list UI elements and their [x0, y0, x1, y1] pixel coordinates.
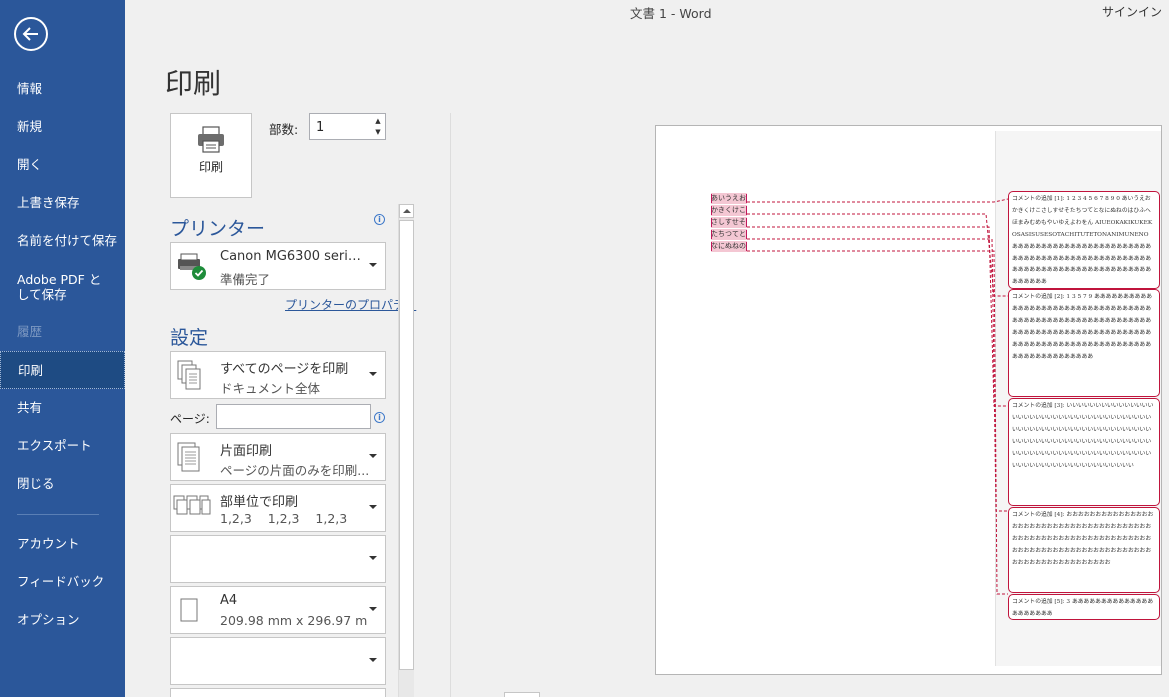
pages-input[interactable]: [216, 404, 371, 429]
scroll-up-icon[interactable]: [399, 204, 414, 218]
nav-info[interactable]: 情報: [0, 70, 125, 108]
nav-open[interactable]: 開く: [0, 146, 125, 184]
copies-label: 部数:: [269, 122, 299, 137]
chevron-down-icon: [369, 556, 377, 560]
print-preview[interactable]: あいうえお かきくけこ さしすせそ たちつてと なにぬねの コメントの追加 [1…: [655, 125, 1162, 675]
nav-save-as-pdf[interactable]: Adobe PDF として保存: [0, 268, 110, 306]
collate-desc: 1,2,3 1,2,3 1,2,3: [220, 511, 348, 526]
sides-desc: ページの片面のみを印刷...: [220, 463, 368, 478]
print-range-title: すべてのページを印刷: [220, 362, 349, 377]
chevron-down-icon: [369, 263, 377, 267]
print-button[interactable]: 印刷: [170, 113, 252, 198]
highlighted-text: あいうえお: [711, 193, 747, 204]
scroll-thumb[interactable]: [399, 220, 414, 670]
sides-dropdown[interactable]: 片面印刷 ページの片面のみを印刷...: [170, 433, 386, 481]
sides-title: 片面印刷: [220, 444, 273, 459]
comment-balloon: コメントの追加 [5]: 3 あああああああああああああああああああああ: [1008, 594, 1160, 620]
paper-size-desc: 209.98 mm x 296.97 mm: [220, 613, 368, 628]
nav-separator: [17, 514, 99, 515]
highlighted-text: さしすせそ: [711, 217, 747, 228]
nav-print[interactable]: 印刷: [0, 351, 125, 389]
chevron-down-icon: [369, 607, 377, 611]
chevron-down-icon: [369, 454, 377, 458]
signin-link[interactable]: サインイン: [1102, 3, 1162, 20]
comment-balloon: コメントの追加 [3]: いいいいいいいいいいいいいいいいいいいいいいいいいいい…: [1008, 398, 1160, 506]
print-range-desc: ドキュメント全体: [220, 381, 321, 396]
pages-per-sheet-dropdown[interactable]: [170, 688, 386, 697]
spin-down-icon[interactable]: ▼: [373, 127, 383, 137]
backstage-sidebar: 情報 新規 開く 上書き保存 名前を付けて保存 Adobe PDF として保存 …: [0, 0, 125, 697]
paper-size-dropdown[interactable]: A4 209.98 mm x 296.97 mm: [170, 586, 386, 634]
collate-title: 部単位で印刷: [220, 495, 299, 510]
settings-scrollbar[interactable]: [398, 204, 414, 697]
nav-history: 履歴: [17, 324, 43, 339]
nav-share[interactable]: 共有: [0, 389, 125, 427]
comment-balloon: コメントの追加 [4]: おおおおおおおおおおおおおおおおおおおおおおおおおおお…: [1008, 507, 1160, 593]
copies-value: 1: [316, 120, 325, 135]
printer-name: Canon MG6300 series Printer: [220, 249, 368, 264]
paper-size-title: A4: [220, 593, 238, 608]
chevron-down-icon: [369, 658, 377, 662]
copies-input[interactable]: 1 ▲ ▼: [309, 113, 386, 140]
orientation-dropdown[interactable]: [170, 535, 386, 583]
document-title: 文書 1 - Word: [630, 6, 712, 21]
printer-dropdown[interactable]: Canon MG6300 series Printer 準備完了: [170, 242, 386, 290]
chevron-down-icon: [369, 372, 377, 376]
single-sided-icon: [177, 442, 200, 472]
pages-icon: [177, 360, 201, 390]
back-arrow-icon: [22, 27, 38, 41]
info-icon[interactable]: i: [374, 214, 385, 225]
settings-section-title: 設定: [170, 327, 209, 349]
print-range-dropdown[interactable]: すべてのページを印刷 ドキュメント全体: [170, 351, 386, 399]
collate-dropdown[interactable]: 部単位で印刷 1,2,3 1,2,3 1,2,3: [170, 484, 386, 532]
nav-save[interactable]: 上書き保存: [0, 184, 125, 222]
margins-dropdown[interactable]: [170, 637, 386, 685]
nav-account[interactable]: アカウント: [0, 525, 125, 563]
spin-up-icon[interactable]: ▲: [373, 116, 383, 126]
comment-balloon: コメントの追加 [2]: 1 3 5 7 9 あああああああああああああああああ…: [1008, 289, 1160, 397]
comment-balloon: コメントの追加 [1]: 1 2 3 4 5 6 7 8 9 0 あいうえおかき…: [1008, 191, 1160, 289]
nav-save-as[interactable]: 名前を付けて保存: [0, 222, 125, 260]
nav-options[interactable]: オプション: [0, 601, 125, 639]
back-button[interactable]: [14, 17, 48, 51]
printer-properties-link[interactable]: プリンターのプロパティ: [285, 296, 416, 313]
pages-label: ページ:: [170, 412, 210, 426]
paper-icon: [180, 598, 198, 622]
printer-status: 準備完了: [220, 272, 271, 287]
printer-section-title: プリンター: [170, 218, 266, 240]
printer-icon: [198, 126, 224, 153]
highlighted-text: なにぬねの: [711, 241, 747, 252]
chevron-down-icon: [369, 505, 377, 509]
nav-export[interactable]: エクスポート: [0, 427, 125, 465]
page-number-input[interactable]: [504, 692, 540, 697]
printer-ready-icon: [178, 253, 206, 280]
collated-icon: [173, 495, 211, 515]
info-icon[interactable]: i: [374, 412, 385, 423]
title-bar: 文書 1 - Word サインイン: [125, 0, 1169, 24]
highlighted-text: たちつてと: [711, 229, 747, 240]
page-title: 印刷: [165, 67, 222, 100]
nav-close[interactable]: 閉じる: [0, 465, 125, 503]
nav-new[interactable]: 新規: [0, 108, 125, 146]
panel-divider: [450, 113, 451, 697]
nav-feedback[interactable]: フィードバック: [0, 563, 125, 601]
highlighted-text: かきくけこ: [711, 205, 747, 216]
print-button-label: 印刷: [198, 160, 223, 174]
